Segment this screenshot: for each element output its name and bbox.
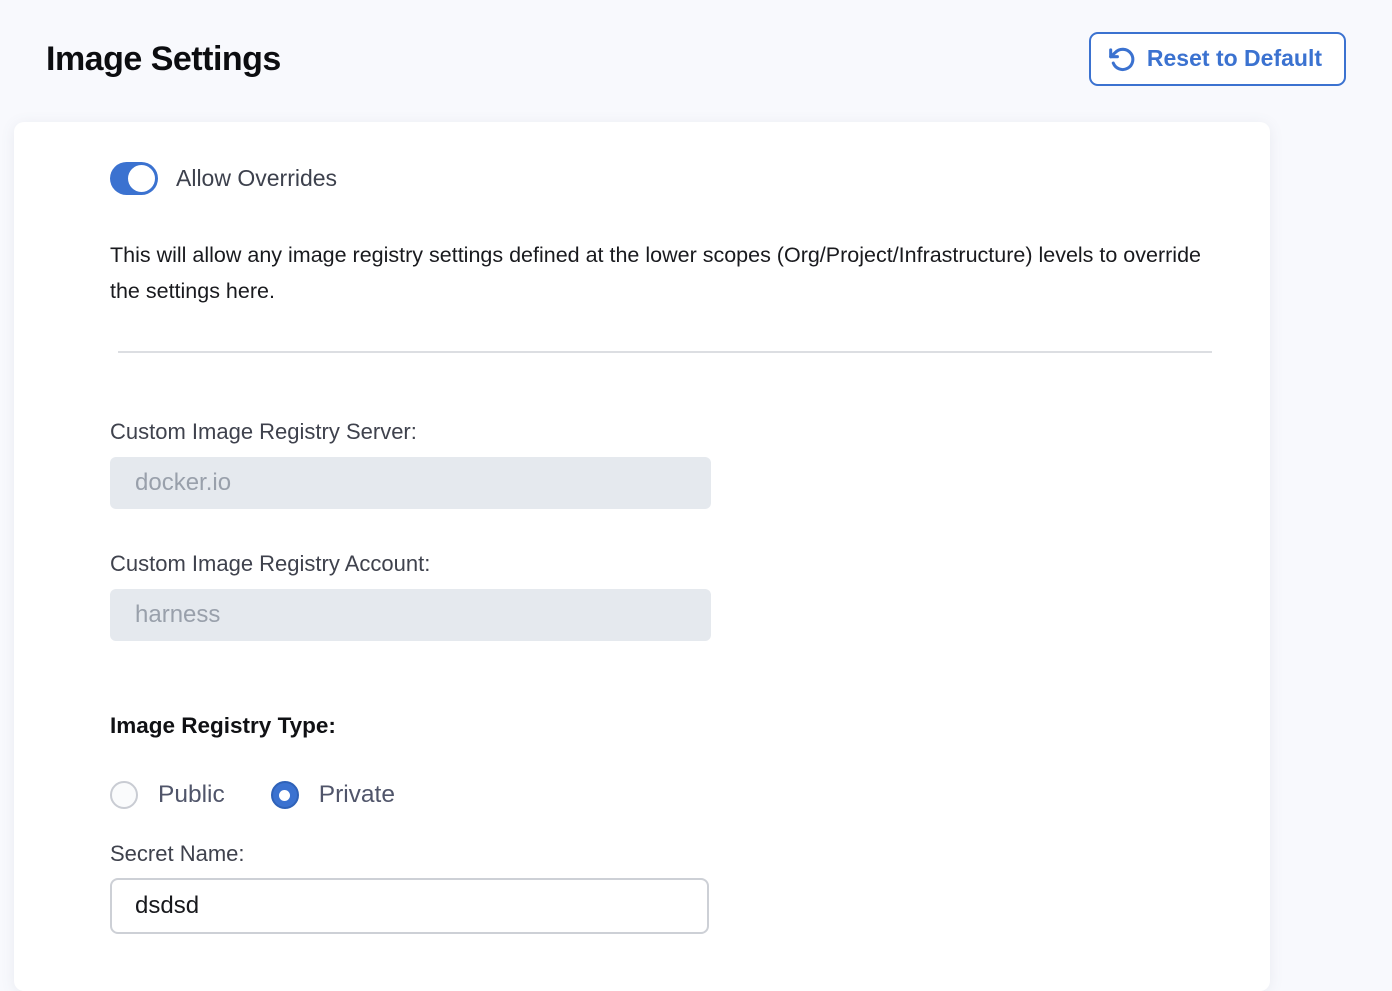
registry-type-radio-group: Public Private — [110, 781, 1270, 809]
allow-overrides-label: Allow Overrides — [176, 165, 337, 192]
registry-server-label: Custom Image Registry Server: — [110, 419, 1270, 445]
registry-server-input[interactable] — [110, 457, 711, 509]
secret-name-label: Secret Name: — [110, 841, 1270, 867]
radio-option-public[interactable]: Public — [110, 781, 225, 809]
reset-to-default-button[interactable]: Reset to Default — [1089, 32, 1346, 86]
radio-private-label: Private — [319, 781, 395, 809]
allow-overrides-row: Allow Overrides — [110, 162, 1270, 195]
radio-selected-icon[interactable] — [271, 781, 299, 809]
radio-option-private[interactable]: Private — [271, 781, 395, 809]
secret-name-input[interactable] — [110, 878, 709, 934]
section-divider — [118, 351, 1212, 353]
toggle-knob-icon — [128, 165, 155, 192]
image-settings-card: Allow Overrides This will allow any imag… — [14, 122, 1270, 991]
page-title: Image Settings — [46, 40, 281, 79]
overrides-description: This will allow any image registry setti… — [110, 237, 1228, 309]
page-header: Image Settings Reset to Default — [0, 0, 1392, 88]
radio-public-label: Public — [158, 781, 225, 809]
radio-unselected-icon[interactable] — [110, 781, 138, 809]
reset-button-label: Reset to Default — [1147, 45, 1322, 73]
registry-account-label: Custom Image Registry Account: — [110, 551, 1270, 577]
registry-type-label: Image Registry Type: — [110, 713, 1270, 739]
reset-ccw-icon — [1109, 46, 1136, 73]
allow-overrides-toggle[interactable] — [110, 162, 158, 195]
registry-account-input[interactable] — [110, 589, 711, 641]
